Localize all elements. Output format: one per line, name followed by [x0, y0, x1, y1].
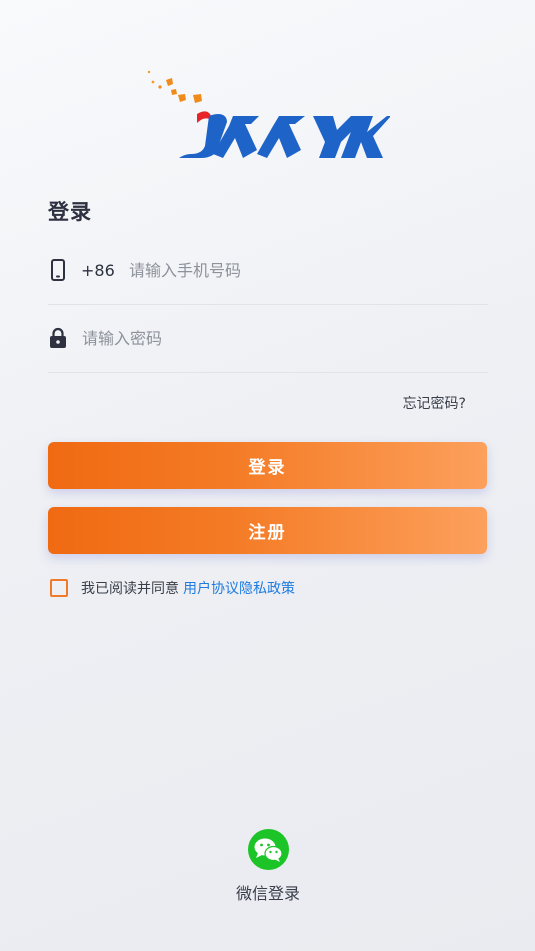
lock-icon [48, 326, 68, 350]
login-button[interactable]: 登录 [48, 442, 487, 489]
wechat-login-label: 微信登录 [235, 884, 300, 903]
agreement-policy-link[interactable]: 用户协议隐私政策 [183, 578, 295, 598]
app-logo [145, 68, 391, 163]
password-field-row [48, 304, 488, 373]
agreement-checkbox[interactable] [50, 579, 68, 597]
wechat-icon [247, 829, 289, 870]
page-title: 登录 [48, 200, 92, 224]
phone-icon [48, 258, 68, 282]
password-input[interactable] [82, 323, 488, 353]
phone-input[interactable] [129, 255, 488, 285]
agreement-row: 我已阅读并同意 用户协议隐私政策 [50, 578, 295, 598]
agreement-text: 我已阅读并同意 [81, 581, 179, 597]
country-code[interactable]: +86 [81, 261, 129, 280]
register-button[interactable]: 注册 [48, 507, 487, 554]
phone-field-row: +86 [48, 236, 488, 305]
wechat-login-button[interactable]: 微信登录 [234, 829, 302, 904]
forgot-password-link[interactable]: 忘记密码? [403, 393, 466, 413]
